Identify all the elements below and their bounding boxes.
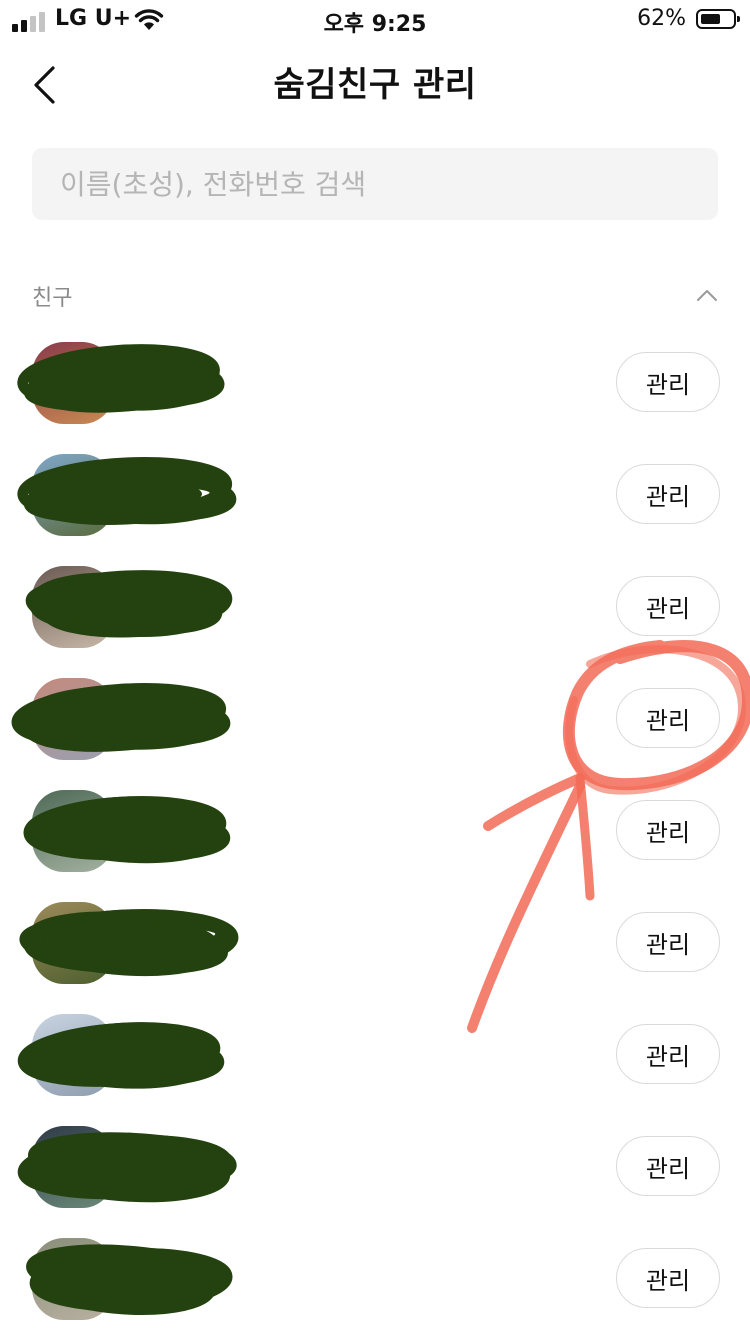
friend-row: 관리 bbox=[0, 886, 750, 998]
manage-button[interactable]: 관리 bbox=[616, 1136, 720, 1196]
friend-avatar bbox=[32, 342, 114, 424]
manage-button[interactable]: 관리 bbox=[616, 800, 720, 860]
friend-avatar bbox=[32, 902, 114, 984]
friend-row: 관리 bbox=[0, 1222, 750, 1334]
manage-button[interactable]: 관리 bbox=[616, 464, 720, 524]
section-label-friends: 친구 bbox=[32, 286, 73, 311]
friend-row: 관리 bbox=[0, 326, 750, 438]
friend-avatar bbox=[32, 566, 114, 648]
friend-avatar bbox=[32, 678, 114, 760]
manage-button[interactable]: 관리 bbox=[616, 688, 720, 748]
friend-row: 관리 bbox=[0, 550, 750, 662]
friend-row: 관리 bbox=[0, 1110, 750, 1222]
battery-icon bbox=[696, 9, 740, 29]
battery-percentage: 62% bbox=[637, 6, 686, 31]
friend-avatar bbox=[32, 1014, 114, 1096]
collapse-section-button[interactable] bbox=[690, 280, 724, 310]
status-bar: LG U+ 오후 9:25 62% bbox=[0, 0, 750, 40]
manage-button[interactable]: 관리 bbox=[616, 1024, 720, 1084]
manage-button[interactable]: 관리 bbox=[616, 352, 720, 412]
manage-button[interactable]: 관리 bbox=[616, 912, 720, 972]
friend-avatar bbox=[32, 454, 114, 536]
friend-list: 관리 관리 관리 관리 관리 관리 관리 관리 관리 bbox=[0, 326, 750, 1334]
friend-row: 관리 bbox=[0, 662, 750, 774]
friend-row: 관리 bbox=[0, 998, 750, 1110]
search-input[interactable] bbox=[32, 148, 718, 220]
manage-button[interactable]: 관리 bbox=[616, 576, 720, 636]
manage-button[interactable]: 관리 bbox=[616, 1248, 720, 1308]
friend-avatar bbox=[32, 790, 114, 872]
chevron-up-icon bbox=[697, 290, 717, 301]
friend-row: 관리 bbox=[0, 774, 750, 886]
friend-avatar bbox=[32, 1126, 114, 1208]
friend-row: 관리 bbox=[0, 438, 750, 550]
search-box bbox=[32, 148, 718, 220]
friend-avatar bbox=[32, 1238, 114, 1320]
page-title: 숨김친구 관리 bbox=[273, 65, 477, 105]
